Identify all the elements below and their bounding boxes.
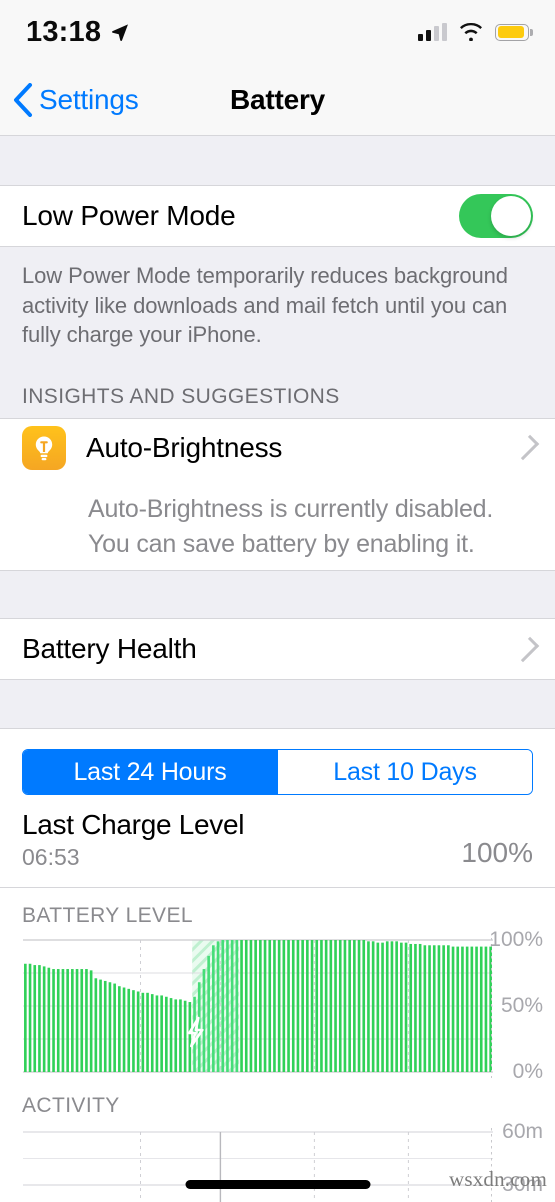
navigation-bar: Settings Battery [0,64,555,136]
battery-level-plot [23,939,493,1073]
battery-level-chart-title: BATTERY LEVEL [22,904,193,927]
back-button-label: Settings [39,83,139,115]
spacer-top [0,137,555,185]
time-range-segmented-control-wrap: Last 24 Hours Last 10 Days [0,729,555,795]
battery-y-tick-100: 100% [489,928,543,951]
chevron-right-icon [513,434,540,461]
last-charge-text-group: Last Charge Level 06:53 [22,809,244,871]
segment-last-10-days[interactable]: Last 10 Days [278,750,532,794]
auto-brightness-description: Auto-Brightness is currently disabled. Y… [0,476,555,570]
iphone-battery-settings-screen: 13:18 Settings Battery Low Power Mode Lo… [0,0,555,1202]
battery-health-label: Battery Health [22,633,197,664]
chevron-right-icon [513,636,540,662]
cellular-signal-icon [418,23,447,41]
activity-plot [23,1131,493,1202]
status-bar: 13:18 [0,0,555,64]
chevron-left-icon [14,82,32,117]
auto-brightness-label: Auto-Brightness [86,431,283,463]
low-power-mode-footnote: Low Power Mode temporarily reduces backg… [0,247,555,372]
back-to-settings-button[interactable]: Settings [0,82,139,117]
status-bar-left: 13:18 [26,16,130,49]
last-charge-level-title: Last Charge Level [22,809,245,840]
activity-chart-title: ACTIVITY [22,1094,120,1117]
battery-level-chart-area: 100% 50% 0% [0,928,555,1084]
battery-usage-card: Last 24 Hours Last 10 Days Last Charge L… [0,728,555,1202]
battery-y-tick-50: 50% [500,994,543,1017]
activity-y-tick-60: 60m [502,1120,543,1143]
battery-health-row[interactable]: Battery Health [0,618,555,680]
home-indicator [185,1180,370,1189]
low-power-mode-label: Low Power Mode [22,200,236,231]
battery-level-y-axis-labels: 100% 50% 0% [483,928,549,1084]
lightbulb-icon [22,425,66,470]
status-bar-time: 13:18 [26,15,102,48]
last-charge-level-row: Last Charge Level 06:53 100% [0,795,555,888]
time-range-segmented-control[interactable]: Last 24 Hours Last 10 Days [22,749,533,795]
toggle-knob [491,196,531,236]
battery-y-tick-0: 0% [512,1060,543,1083]
spacer-after-health [0,680,555,728]
status-bar-right [418,23,533,41]
wifi-icon [460,23,482,41]
low-power-mode-toggle[interactable] [459,194,533,238]
insights-section-header-wrap: INSIGHTS AND SUGGESTIONS [0,372,555,418]
segment-last-24-hours[interactable]: Last 24 Hours [23,750,277,794]
last-charge-time: 06:53 [22,844,80,870]
last-charge-percent: 100% [461,837,533,868]
spacer-after-insights [0,570,555,618]
low-power-mode-row[interactable]: Low Power Mode [0,185,555,247]
auto-brightness-row[interactable]: Auto-Brightness [0,418,555,476]
battery-low-power-icon [495,23,533,41]
lightbulb-glyph [35,436,53,460]
location-arrow-icon [112,24,129,41]
site-watermark: wsxdn.com [448,1167,547,1191]
insights-section-header: INSIGHTS AND SUGGESTIONS [0,372,555,418]
battery-level-chart-block: BATTERY LEVEL 100% 50% 0% [0,888,555,1084]
